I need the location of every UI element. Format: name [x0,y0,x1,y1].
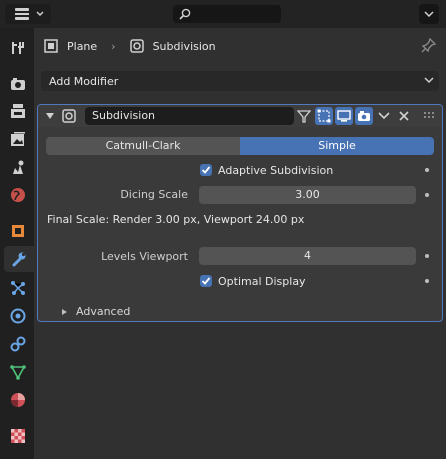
tab-output[interactable] [8,101,28,121]
modifier-panel: Subdivision Catmull-Clark Simple Adaptiv… [37,104,443,322]
search-icon [179,8,191,20]
physics-icon [10,308,26,324]
search-input[interactable] [173,5,281,23]
output-icon [11,104,25,118]
adaptive-subdivision-row: Adaptive Subdivision [200,162,333,178]
remove-modifier-button[interactable] [395,107,413,125]
chevron-down-icon [36,11,44,17]
chevron-down-icon [424,77,434,84]
tab-particles[interactable] [8,278,28,298]
editor-type-button[interactable] [5,4,51,24]
grip-icon [424,112,434,118]
checkmark-icon [201,166,211,174]
pin-icon [421,37,437,53]
breadcrumb-modifier: Subdivision [152,39,216,53]
checkmark-icon [201,277,211,285]
tab-modifiers[interactable] [4,246,34,272]
material-icon [11,393,25,407]
levels-viewport-field[interactable]: 4 [199,247,416,265]
chevron-down-icon [378,112,390,120]
edit-mode-icon [317,109,331,123]
tab-material[interactable] [8,390,28,410]
type-catmull-clark-button[interactable]: Catmull-Clark [46,137,240,155]
expand-triangle-icon [62,308,67,315]
render-icon [11,78,25,90]
tab-data[interactable] [8,362,28,382]
options-button[interactable] [419,4,439,24]
keyframe-dot-icon[interactable] [425,279,429,283]
keyframe-dot-icon[interactable] [425,168,429,172]
optimal-display-row: Optimal Display [200,273,306,289]
optimal-display-checkbox[interactable] [200,275,212,287]
edit-mode-toggle[interactable] [315,107,333,125]
wrench-icon [12,252,26,267]
chevron-down-icon [424,11,434,17]
modifier-icon [129,39,144,53]
adaptive-subdivision-label: Adaptive Subdivision [218,163,334,177]
render-toggle[interactable] [355,107,373,125]
tab-world[interactable] [8,185,28,205]
properties-tab-strip [0,28,34,459]
object-icon [44,39,58,53]
tab-tool[interactable] [8,38,28,58]
collapse-triangle-icon[interactable] [45,111,55,121]
type-simple-button[interactable]: Simple [240,137,434,155]
subdivision-type-selector: Catmull-Clark Simple [46,137,434,155]
breadcrumb: Plane › Subdivision [44,36,216,56]
world-icon [11,188,25,202]
tab-view-layer[interactable] [8,129,28,149]
advanced-label: Advanced [76,305,131,318]
constraints-icon [10,336,26,352]
tab-physics[interactable] [8,306,28,326]
tab-constraints[interactable] [8,334,28,354]
close-icon [399,111,409,121]
drag-handle[interactable] [421,107,439,125]
monitor-icon [337,110,351,122]
breadcrumb-object: Plane [67,39,98,53]
add-modifier-dropdown[interactable]: Add Modifier [41,71,439,91]
on-cage-toggle[interactable] [295,107,313,125]
object-icon [12,225,24,237]
keyframe-dot-icon[interactable] [425,254,429,258]
tab-scene[interactable] [8,157,28,177]
keyframe-dot-icon[interactable] [425,193,429,197]
optimal-display-label: Optimal Display [218,274,306,288]
dicing-scale-label: Dicing Scale [120,188,188,201]
tab-object[interactable] [8,221,28,241]
modifier-header: Subdivision [38,105,442,127]
funnel-vertex-icon [297,110,311,123]
tab-render[interactable] [8,74,28,94]
realtime-toggle[interactable] [335,107,353,125]
properties-editor-icon [15,8,29,20]
particles-icon [11,281,25,295]
tab-texture[interactable] [8,426,28,446]
modifier-name-input[interactable]: Subdivision [85,107,294,125]
view-layer-icon [11,132,25,146]
add-modifier-label: Add Modifier [49,74,119,88]
camera-icon [358,111,370,121]
tool-icon [12,42,24,54]
adaptive-subdivision-checkbox[interactable] [200,164,212,176]
levels-viewport-label: Levels Viewport [101,250,188,263]
advanced-subpanel-header[interactable]: Advanced [60,305,130,318]
final-scale-info: Final Scale: Render 3.00 px, Viewport 24… [47,213,305,226]
dicing-scale-field[interactable]: 3.00 [199,186,416,204]
texture-icon [11,429,25,443]
scene-icon [13,160,24,174]
mesh-data-icon [10,365,26,380]
pin-button[interactable] [421,37,437,56]
modifier-menu-button[interactable] [375,107,393,125]
breadcrumb-separator-icon: › [111,39,116,53]
subdivision-modifier-icon [62,109,76,123]
